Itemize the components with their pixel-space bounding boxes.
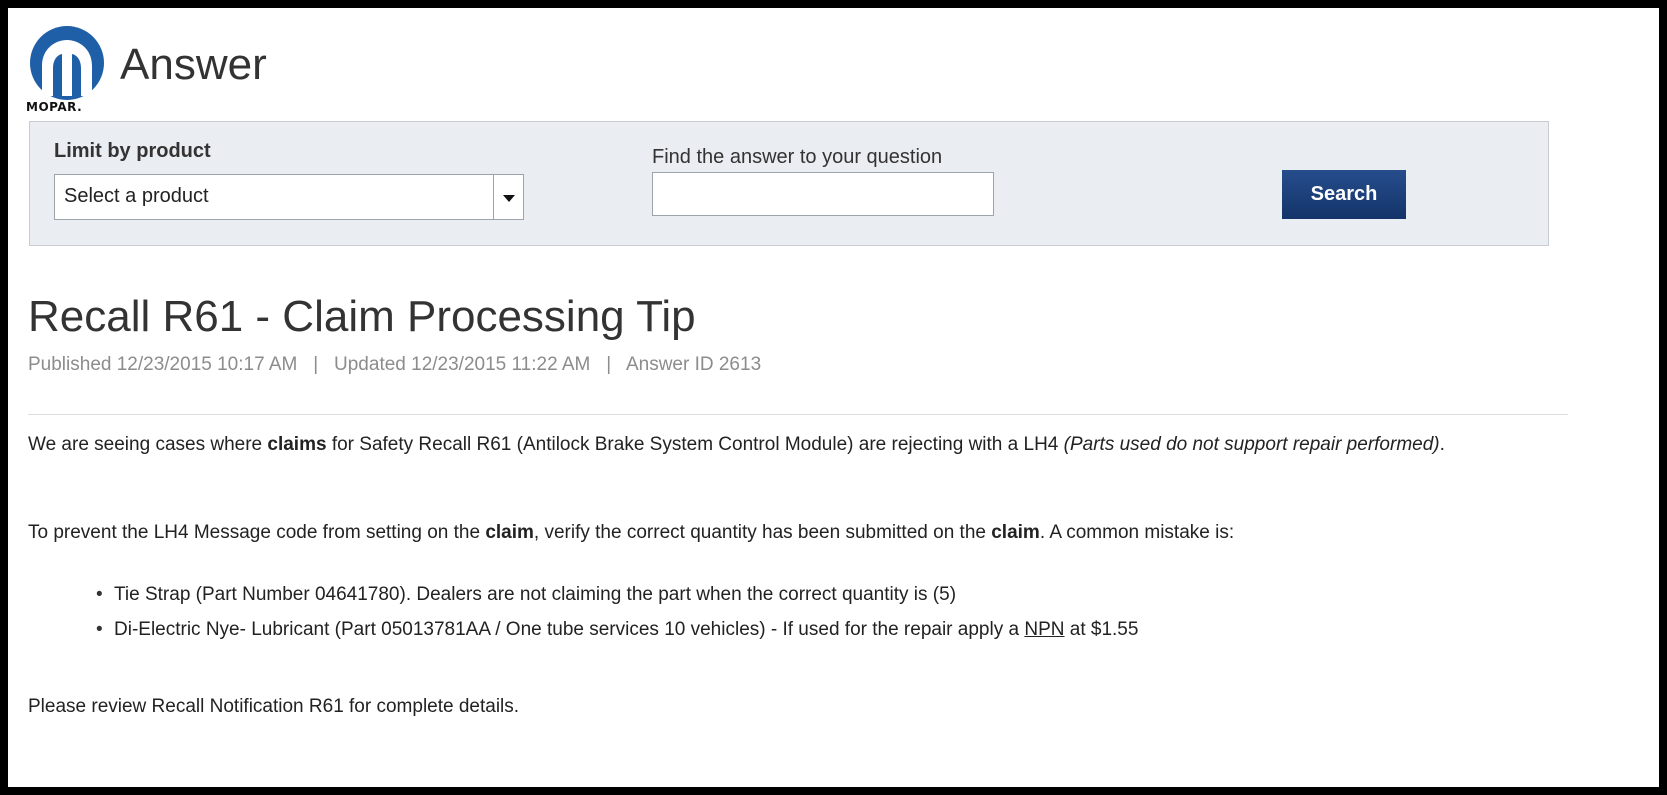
published-date: Published 12/23/2015 10:17 AM — [28, 354, 298, 375]
paragraph-intro: We are seeing cases where claims for Saf… — [28, 428, 1548, 461]
text-run: . — [1439, 434, 1445, 455]
text-run: , verify the correct quantity has been s… — [533, 522, 992, 543]
paragraph-prevention: To prevent the LH4 Message code from set… — [28, 516, 1548, 549]
mopar-logo[interactable]: MOPAR. — [26, 26, 108, 118]
page-frame: MOPAR. Answer Limit by product Select a … — [0, 0, 1667, 795]
emphasis-claim: claim — [991, 522, 1040, 543]
meta-separator: | — [313, 354, 319, 375]
header: MOPAR. Answer — [26, 26, 626, 116]
emphasis-claims: claims — [267, 434, 327, 455]
list-item-text: Tie Strap (Part Number 04641780). Dealer… — [114, 584, 957, 605]
answer-id: Answer ID 2613 — [625, 354, 762, 375]
emphasis-claim: claim — [485, 522, 534, 543]
divider — [28, 414, 1568, 415]
list-item: Tie Strap (Part Number 04641780). Dealer… — [96, 577, 1138, 612]
text-run: . A common mistake is: — [1039, 522, 1235, 543]
list-item-text: at $1.55 — [1064, 619, 1139, 640]
find-answer-label: Find the answer to your question — [652, 146, 943, 168]
text-run: To prevent the LH4 Message code from set… — [28, 522, 486, 543]
limit-by-product-label: Limit by product — [54, 140, 211, 162]
text-run: for Safety Recall R61 (Antilock Brake Sy… — [326, 434, 1064, 455]
page-title: Recall R61 - Claim Processing Tip — [28, 292, 696, 341]
list-item-text: Di-Electric Nye- Lubricant (Part 0501378… — [114, 619, 1025, 640]
search-input[interactable] — [652, 172, 994, 216]
chevron-down-icon[interactable] — [493, 175, 523, 219]
brand-wordmark: MOPAR. — [26, 100, 83, 114]
app-title: Answer — [120, 40, 267, 89]
updated-date: Updated 12/23/2015 11:22 AM — [334, 354, 591, 375]
search-panel: Limit by product Select a product Find t… — [29, 121, 1549, 246]
npn-link[interactable]: NPN — [1024, 619, 1064, 640]
paragraph-closing: Please review Recall Notification R61 fo… — [28, 696, 520, 717]
list-item: Di-Electric Nye- Lubricant (Part 0501378… — [96, 612, 1138, 647]
mopar-m-logo-icon — [30, 26, 104, 100]
product-select-value: Select a product — [64, 185, 209, 207]
italic-note: (Parts used do not support repair perfor… — [1063, 434, 1440, 455]
search-button[interactable]: Search — [1282, 170, 1406, 219]
text-run: We are seeing cases where — [28, 434, 268, 455]
article-meta: Published 12/23/2015 10:17 AM | Updated … — [28, 354, 761, 376]
mistake-list: Tie Strap (Part Number 04641780). Dealer… — [96, 577, 1138, 647]
product-select[interactable]: Select a product — [54, 174, 524, 220]
meta-separator: | — [606, 354, 612, 375]
